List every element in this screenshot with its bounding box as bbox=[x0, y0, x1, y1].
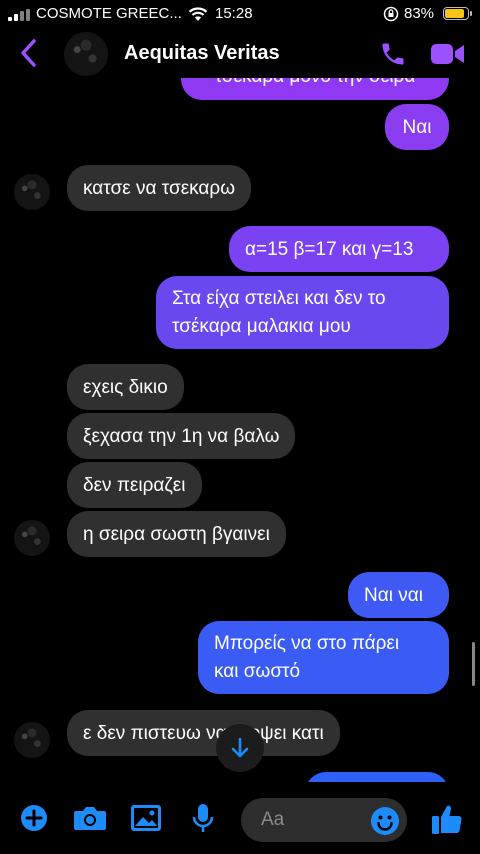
battery-icon bbox=[443, 7, 472, 20]
composer-bar: Aa bbox=[0, 782, 480, 854]
message-incoming[interactable]: κατσε να τσεκαρω bbox=[67, 165, 252, 211]
message-incoming[interactable]: ξεχασα την 1η να βαλω bbox=[67, 413, 296, 459]
message-incoming[interactable]: η σειρα σωστη βγαινει bbox=[67, 511, 286, 557]
conversation-header: Aequitas Veritas bbox=[0, 28, 480, 78]
message-outgoing[interactable]: Στα είχα στειλει και δεν το τσέκαρα μαλα… bbox=[156, 276, 449, 349]
status-bar: COSMOTE GREEC... 15:28 83% bbox=[0, 0, 480, 28]
battery-percent: 83% bbox=[404, 5, 435, 22]
carrier-name: COSMOTE GREEC... bbox=[36, 5, 182, 22]
message-incoming[interactable]: ε δεν πιστευω να εκοψει κατι bbox=[67, 710, 340, 756]
message-outgoing[interactable]: Ναι bbox=[385, 104, 449, 150]
message-incoming[interactable]: εχεις δικιο bbox=[67, 364, 184, 410]
orientation-lock-icon bbox=[383, 6, 399, 22]
phone-icon[interactable] bbox=[378, 40, 408, 68]
scroll-to-bottom-button[interactable] bbox=[216, 724, 264, 772]
microphone-icon[interactable] bbox=[191, 802, 215, 834]
plus-icon[interactable] bbox=[20, 804, 48, 832]
message-outgoing[interactable]: α=15 β=17 και γ=13 bbox=[229, 226, 449, 272]
clock: 15:28 bbox=[215, 5, 253, 22]
arrow-down-icon bbox=[231, 737, 249, 758]
emoji-icon[interactable] bbox=[370, 806, 400, 836]
signal-icon bbox=[8, 9, 32, 21]
image-icon[interactable] bbox=[130, 804, 162, 832]
message-incoming[interactable]: δεν πειραζει bbox=[67, 462, 202, 508]
thumbs-up-icon[interactable] bbox=[430, 802, 464, 836]
back-icon[interactable] bbox=[18, 38, 40, 68]
wifi-icon bbox=[188, 7, 208, 21]
contact-avatar[interactable] bbox=[64, 32, 108, 76]
sender-avatar[interactable] bbox=[14, 520, 50, 556]
sender-avatar[interactable] bbox=[14, 722, 50, 758]
video-camera-icon[interactable] bbox=[430, 42, 466, 66]
message-outgoing[interactable]: Ναι ναι bbox=[348, 572, 449, 618]
camera-icon[interactable] bbox=[73, 804, 107, 832]
scrollbar[interactable] bbox=[472, 642, 475, 686]
contact-name[interactable]: Aequitas Veritas bbox=[124, 42, 280, 65]
message-outgoing[interactable]: Μπορείς να στο πάρει και σωστό bbox=[198, 621, 449, 694]
sender-avatar[interactable] bbox=[14, 174, 50, 210]
